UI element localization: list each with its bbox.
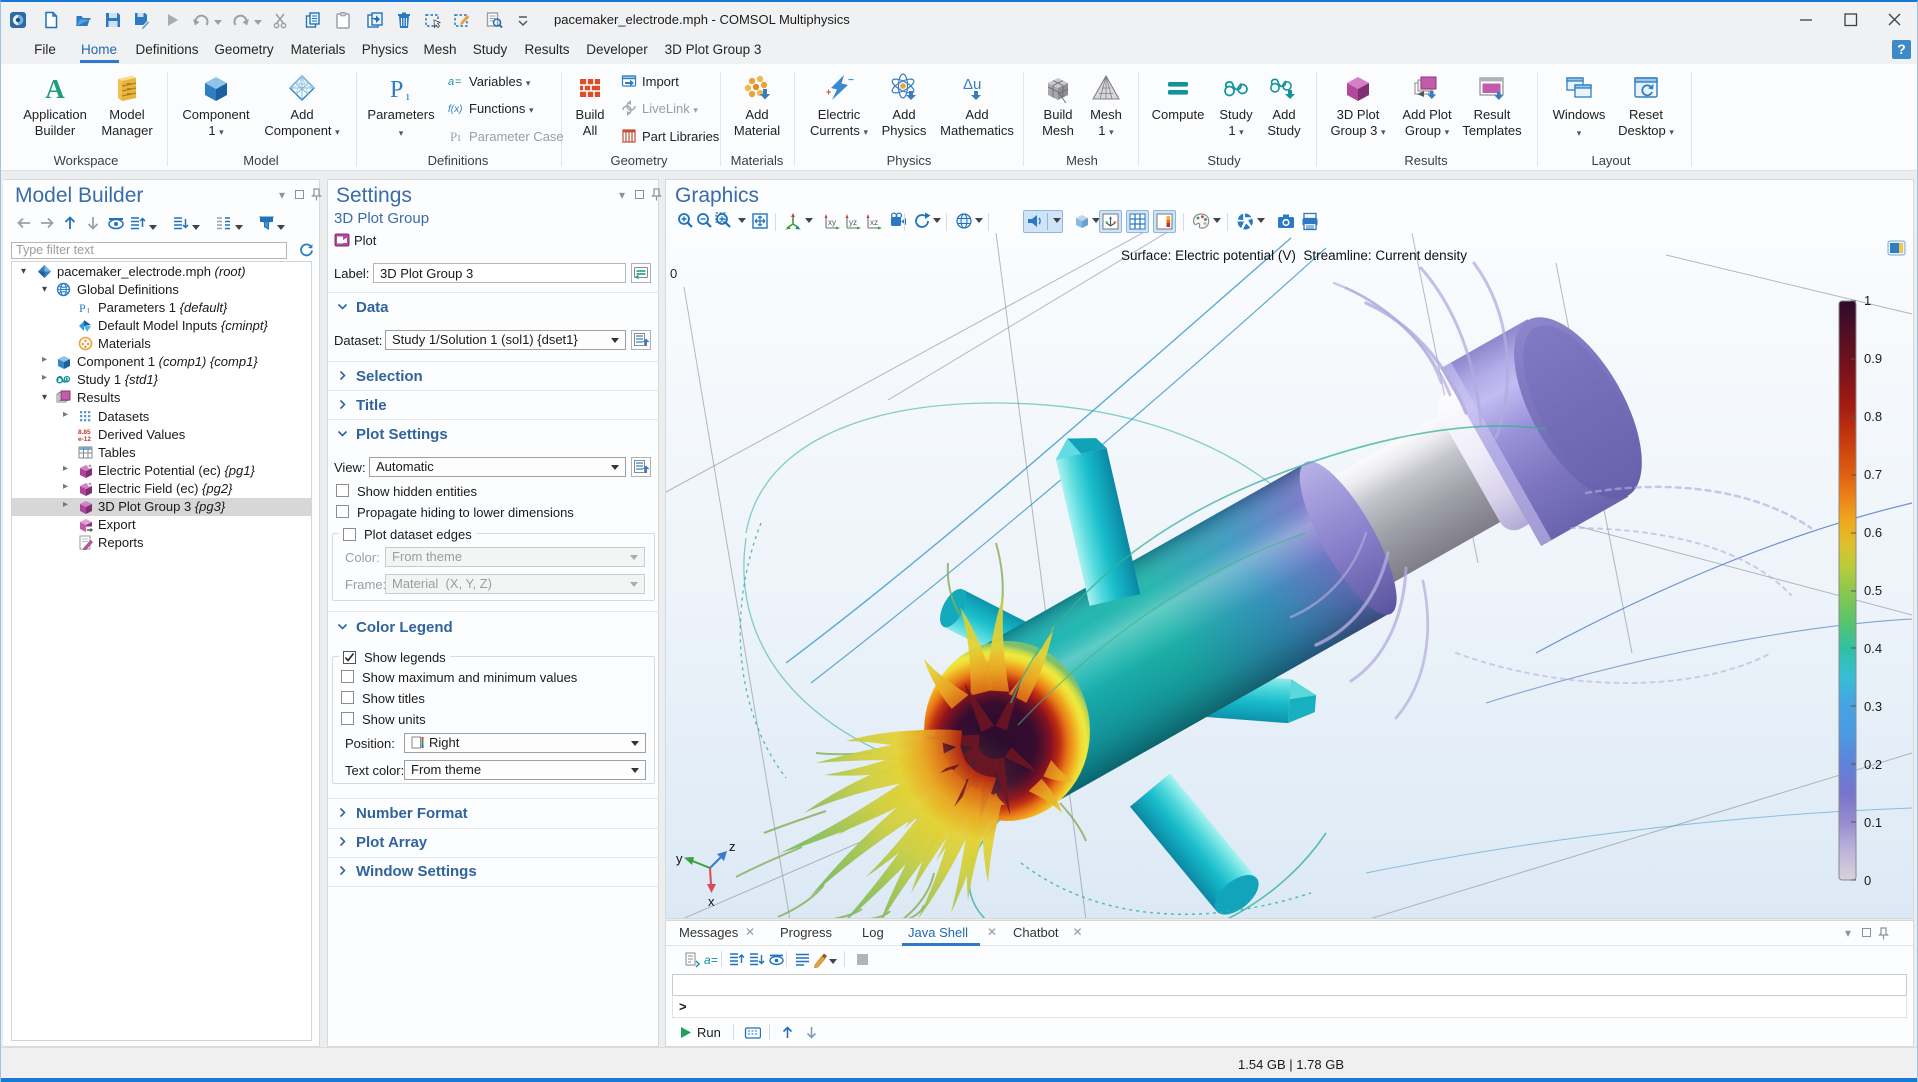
svg-text:ı: ı [406, 88, 410, 103]
svg-text:0.5: 0.5 [1864, 583, 1882, 598]
svg-text:=: = [455, 76, 461, 88]
svg-text:P: P [390, 77, 403, 103]
svg-text:0: 0 [670, 266, 677, 281]
svg-text:0.2: 0.2 [1864, 757, 1882, 772]
svg-text:0.9: 0.9 [1864, 351, 1882, 366]
svg-text:+: + [826, 87, 831, 97]
svg-text:0.4: 0.4 [1864, 641, 1882, 656]
svg-text:Δu: Δu [963, 76, 981, 93]
svg-text:Pı: Pı [450, 129, 461, 144]
svg-text:x: x [708, 894, 715, 909]
svg-text:0.8: 0.8 [1864, 409, 1882, 424]
svg-text:0.3: 0.3 [1864, 699, 1882, 714]
svg-text:P: P [79, 301, 86, 315]
svg-text:A: A [45, 74, 65, 103]
svg-text:Surface: Electric potential (V: Surface: Electric potential (V) Streamli… [1121, 248, 1467, 263]
svg-text:e-12: e-12 [78, 436, 91, 442]
svg-text:a: a [448, 76, 454, 88]
svg-text:y: y [676, 851, 683, 866]
svg-text:f(x): f(x) [448, 104, 462, 115]
svg-text:=: = [711, 953, 718, 967]
svg-text:0.1: 0.1 [1864, 815, 1882, 830]
svg-text:xy: xy [828, 218, 836, 227]
svg-text:xz: xz [870, 218, 878, 227]
svg-text:0.6: 0.6 [1864, 525, 1882, 540]
svg-text:a: a [704, 953, 711, 967]
svg-text:yz: yz [849, 218, 857, 227]
svg-text:0: 0 [1864, 873, 1871, 888]
svg-text:1: 1 [1864, 293, 1871, 308]
svg-text:8.85: 8.85 [78, 429, 91, 436]
svg-text:0.7: 0.7 [1864, 467, 1882, 482]
svg-text:z: z [729, 839, 736, 854]
svg-text:ı: ı [87, 305, 90, 315]
svg-text:−: − [848, 75, 854, 86]
